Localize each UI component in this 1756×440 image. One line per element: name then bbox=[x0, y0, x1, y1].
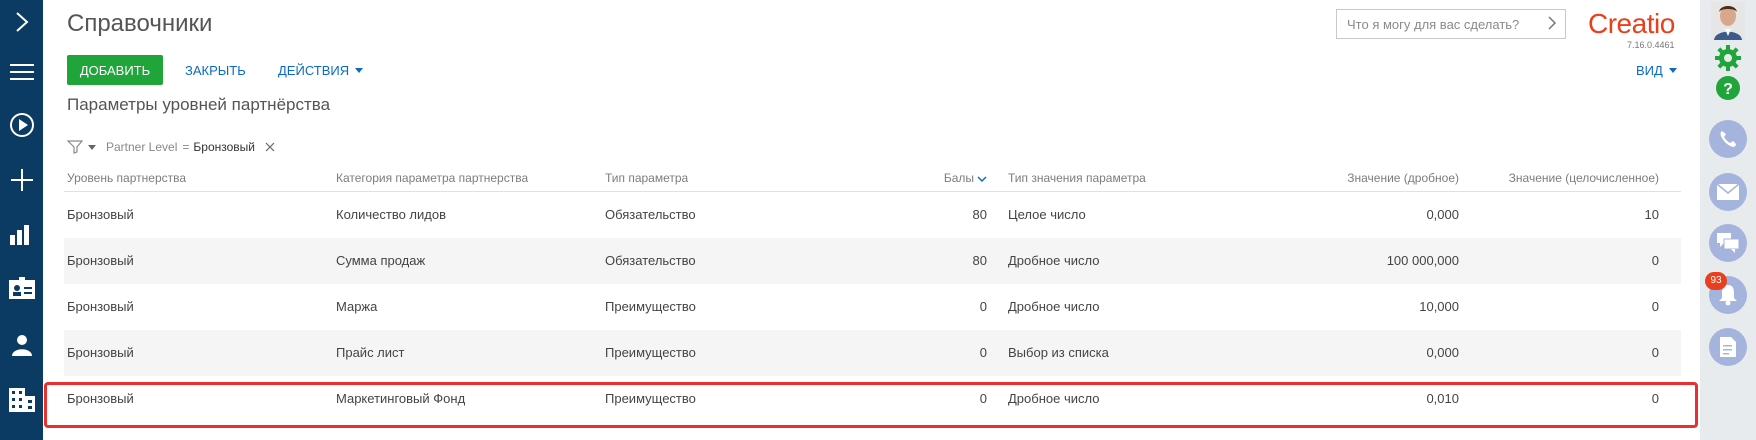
command-search-placeholder: Что я могу для вас сделать? bbox=[1347, 16, 1520, 32]
cell-decimal-value: 0,000 bbox=[1426, 207, 1459, 222]
column-header[interactable]: Значение (дробное) bbox=[1347, 165, 1459, 191]
cell-level: Бронзовый bbox=[67, 207, 134, 222]
notifications-icon[interactable]: 93 bbox=[1705, 272, 1747, 314]
menu-icon[interactable] bbox=[0, 52, 43, 92]
creatio-logo: Creatio bbox=[1588, 8, 1675, 39]
table-row[interactable]: Бронзовый Сумма продаж Обязательство 80 … bbox=[64, 238, 1681, 284]
avatar[interactable] bbox=[1711, 2, 1745, 40]
filter-value[interactable]: Бронзовый bbox=[193, 140, 255, 154]
cell-category: Прайс лист bbox=[336, 345, 405, 360]
view-button[interactable]: ВИД bbox=[1636, 55, 1677, 85]
cell-integer-value: 10 bbox=[1644, 207, 1659, 222]
cell-param-type: Обязательство bbox=[605, 207, 696, 222]
gear-icon[interactable] bbox=[1715, 45, 1741, 71]
notifications-badge: 93 bbox=[1705, 272, 1727, 290]
cell-value-type: Целое число bbox=[1008, 207, 1086, 222]
cell-value-type: Выбор из списка bbox=[1008, 345, 1109, 360]
play-icon[interactable] bbox=[0, 105, 43, 145]
expand-chevron-icon[interactable] bbox=[0, 2, 43, 42]
cell-level: Бронзовый bbox=[67, 345, 134, 360]
remove-filter-icon[interactable] bbox=[265, 142, 275, 152]
chevron-right-icon[interactable] bbox=[1547, 15, 1557, 34]
cell-points: 0 bbox=[979, 345, 987, 360]
version-label: 7.16.0.4461 bbox=[1627, 40, 1675, 50]
table-row[interactable]: Бронзовый Маржа Преимущество 0 Дробное ч… bbox=[64, 284, 1681, 330]
cell-integer-value: 0 bbox=[1651, 299, 1659, 314]
quick-filter: Partner Level = Бронзовый bbox=[67, 137, 275, 157]
cell-points: 80 bbox=[972, 207, 987, 222]
add-button[interactable]: ДОБАВИТЬ bbox=[67, 55, 163, 85]
cell-integer-value: 0 bbox=[1651, 345, 1659, 360]
column-header-sorted[interactable]: Балы bbox=[944, 165, 987, 192]
column-header[interactable]: Тип параметра bbox=[605, 165, 688, 191]
page-title: Справочники bbox=[67, 10, 213, 37]
section-title: Параметры уровней партнёрства bbox=[67, 95, 331, 114]
phone-icon[interactable] bbox=[1709, 120, 1747, 158]
table-row[interactable]: Бронзовый Количество лидов Обязательство… bbox=[64, 192, 1681, 238]
grid-header: Уровень партнерства Категория параметра … bbox=[64, 165, 1681, 192]
filter-column: Partner Level bbox=[106, 140, 178, 154]
cell-decimal-value: 10,000 bbox=[1419, 299, 1459, 314]
column-header[interactable]: Тип значения параметра bbox=[1008, 165, 1146, 191]
cell-param-type: Преимущество bbox=[605, 299, 696, 314]
cell-param-type: Обязательство bbox=[605, 253, 696, 268]
cell-points: 0 bbox=[979, 299, 987, 314]
user-icon[interactable] bbox=[0, 325, 43, 365]
cell-decimal-value: 100 000,000 bbox=[1386, 253, 1459, 268]
row-highlight-frame bbox=[44, 382, 1698, 428]
filter-operator: = bbox=[182, 140, 190, 154]
actions-button-label: ДЕЙСТВИЯ bbox=[278, 62, 350, 78]
close-button-label: ЗАКРЫТЬ bbox=[185, 62, 246, 78]
email-icon[interactable] bbox=[1709, 173, 1747, 211]
contact-card-icon[interactable] bbox=[0, 268, 43, 308]
cell-value-type: Дробное число bbox=[1008, 253, 1100, 268]
chat-icon[interactable] bbox=[1709, 224, 1747, 262]
analytics-icon[interactable] bbox=[0, 214, 43, 254]
plus-icon[interactable] bbox=[0, 160, 43, 200]
cell-points: 80 bbox=[972, 253, 987, 268]
caret-down-icon bbox=[355, 67, 364, 73]
cell-level: Бронзовый bbox=[67, 299, 134, 314]
column-header[interactable]: Категория параметра партнерства bbox=[336, 165, 528, 191]
sort-descending-icon bbox=[977, 166, 987, 192]
column-header[interactable]: Уровень партнерства bbox=[67, 165, 186, 191]
cell-category: Маржа bbox=[336, 299, 378, 314]
column-header[interactable]: Значение (целочисленное) bbox=[1509, 165, 1659, 191]
close-button[interactable]: ЗАКРЫТЬ bbox=[185, 55, 246, 85]
cell-level: Бронзовый bbox=[67, 253, 134, 268]
caret-down-icon bbox=[1668, 67, 1677, 73]
actions-button[interactable]: ДЕЙСТВИЯ bbox=[278, 55, 364, 85]
communication-panel: ? 93 bbox=[1700, 0, 1756, 440]
help-icon[interactable]: ? bbox=[1716, 76, 1740, 100]
left-nav-panel bbox=[0, 0, 43, 440]
view-button-label: ВИД bbox=[1636, 62, 1663, 78]
building-icon[interactable] bbox=[0, 380, 43, 420]
cell-integer-value: 0 bbox=[1651, 253, 1659, 268]
command-search-input[interactable]: Что я могу для вас сделать? bbox=[1336, 9, 1566, 39]
filter-icon[interactable] bbox=[67, 140, 96, 154]
table-row[interactable]: Бронзовый Прайс лист Преимущество 0 Выбо… bbox=[64, 330, 1681, 376]
column-header-label: Балы bbox=[943, 171, 974, 185]
document-icon[interactable] bbox=[1709, 328, 1747, 366]
cell-category: Сумма продаж bbox=[336, 253, 426, 268]
cell-param-type: Преимущество bbox=[605, 345, 696, 360]
cell-decimal-value: 0,000 bbox=[1426, 345, 1459, 360]
cell-category: Количество лидов bbox=[336, 207, 446, 222]
cell-value-type: Дробное число bbox=[1008, 299, 1100, 314]
svg-text:?: ? bbox=[1723, 81, 1733, 98]
